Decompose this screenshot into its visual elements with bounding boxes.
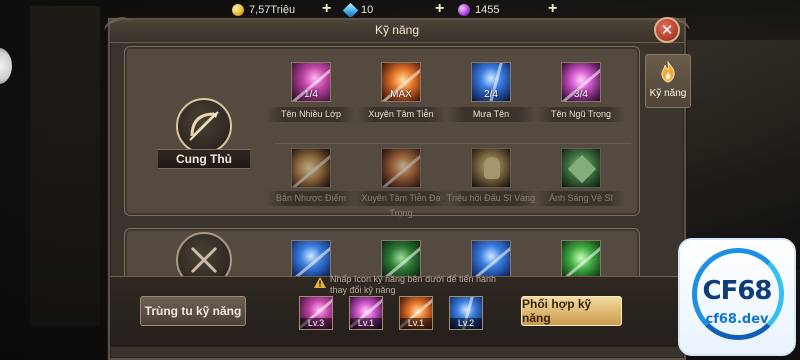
golden-warrior-icon: [484, 157, 500, 179]
skill-slot-2[interactable]: MAX: [381, 62, 421, 102]
skill-slot-6[interactable]: [381, 148, 421, 188]
combine-skill-button[interactable]: Phối hợp kỹ năng: [521, 296, 622, 326]
add-diamond-button[interactable]: +: [435, 0, 444, 18]
equipped-level-badge: Lv.1: [350, 318, 382, 329]
resource-bar: 7,57Triệu + 10 + 1455 +: [190, 0, 610, 20]
close-icon: ✕: [660, 21, 674, 39]
equipped-slot-2[interactable]: Lv.1: [349, 296, 383, 330]
archer-class-emblem[interactable]: [176, 98, 232, 154]
crossbow-icon: [190, 246, 218, 274]
flame-icon: [661, 61, 675, 83]
skill-level-badge: 1/4: [304, 89, 318, 100]
tab-skills[interactable]: Kỹ năng: [645, 54, 691, 108]
skill-level-badge: 3/4: [574, 89, 588, 100]
skill-change-hint: Nhấp Icon kỹ năng bên dưới để tiến hành …: [330, 274, 497, 295]
logo-text: CF68: [702, 276, 772, 306]
train-skill-button[interactable]: Trùng tu kỹ năng: [140, 296, 246, 326]
equipped-level-badge: Lv.1: [400, 318, 432, 329]
skill-slot-4[interactable]: 3/4: [561, 62, 601, 102]
gold-coin-icon: [232, 4, 244, 16]
skill-name-4: Tên Ngũ Trọng: [536, 107, 626, 122]
row-divider: [275, 143, 631, 144]
cf68-logo: CF68 cf68.dev: [678, 238, 796, 356]
blue-bolt-icon: [292, 241, 330, 279]
equipped-slot-4[interactable]: Lv.2: [449, 296, 483, 330]
skill-name-7: Triệu hồi Đấu Sĩ Vàng: [446, 191, 536, 206]
background-vine: [30, 6, 100, 326]
skill-name-1: Tên Nhiều Lớp: [266, 107, 356, 122]
orb-resource: 1455: [458, 4, 499, 16]
skill-name-8: Ánh Sáng Vệ Sĩ: [536, 191, 626, 206]
purple-orb-icon: [458, 4, 470, 16]
skill-name-5: Bắn Nhược Điểm: [266, 191, 356, 206]
skill-slot-8[interactable]: [561, 148, 601, 188]
tab-skills-label: Kỹ năng: [649, 88, 687, 99]
class-name-label: Cung Thủ: [158, 149, 250, 169]
skill-slot-5[interactable]: [291, 148, 331, 188]
window-title: Kỹ năng: [374, 23, 420, 37]
window-titlebar: Kỹ năng: [101, 13, 693, 43]
equipped-slot-3[interactable]: Lv.1: [399, 296, 433, 330]
green-guardian-icon: [567, 154, 597, 184]
equipped-slot-1[interactable]: Lv.3: [299, 296, 333, 330]
warning-icon: [314, 277, 326, 288]
add-orb-button[interactable]: +: [548, 0, 557, 18]
equipped-level-badge: Lv.2: [450, 318, 482, 329]
skill-level-badge: MAX: [390, 89, 412, 100]
amber-arrows-icon: [292, 149, 330, 187]
skill-slot-7[interactable]: [471, 148, 511, 188]
diamond-icon: [342, 2, 359, 18]
skill-name-2: Xuyên Tâm Tiễn: [356, 107, 446, 122]
logo-subtext: cf68.dev: [705, 312, 769, 327]
skill-slot-9[interactable]: [291, 240, 331, 280]
skill-slot-1[interactable]: 1/4: [291, 62, 331, 102]
gold-resource: 7,57Triệu: [232, 4, 295, 16]
add-gold-button[interactable]: +: [322, 0, 331, 18]
skill-level-badge: 2/4: [484, 89, 498, 100]
skill-slot-3[interactable]: 2/4: [471, 62, 511, 102]
bow-icon: [189, 111, 219, 141]
skill-slot-12[interactable]: [561, 240, 601, 280]
green-nature-icon: [562, 241, 600, 279]
diamond-amount: 10: [361, 4, 374, 16]
fire-multi-arrow-icon: [382, 149, 420, 187]
gold-amount: 7,57Triệu: [249, 4, 296, 16]
close-button[interactable]: ✕: [654, 17, 680, 43]
diamond-resource: 10: [342, 2, 374, 18]
skill-name-6: Xuyên Tâm Tiễn Đa Trọng: [351, 191, 451, 218]
skill-name-3: Mưa Tên: [446, 107, 536, 122]
equipped-level-badge: Lv.3: [300, 318, 332, 329]
orb-amount: 1455: [475, 4, 500, 16]
